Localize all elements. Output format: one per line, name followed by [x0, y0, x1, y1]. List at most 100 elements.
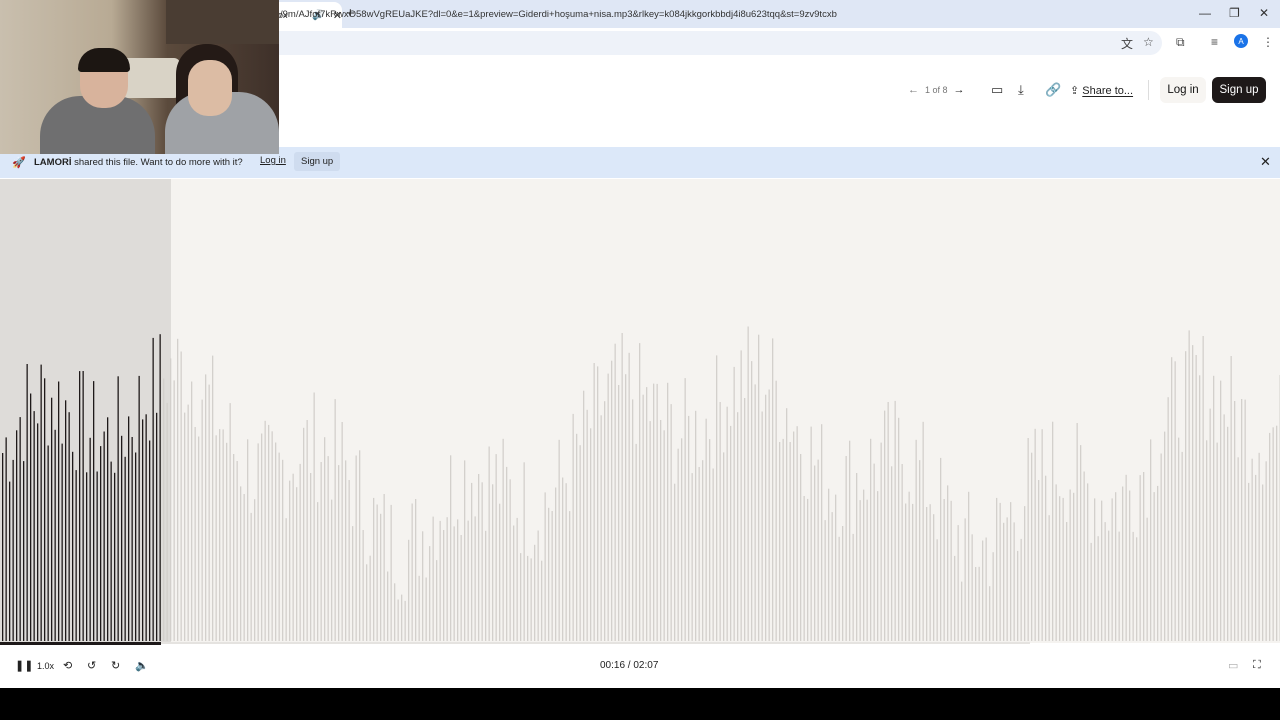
- waveform-bar: [40, 364, 42, 641]
- profile-avatar[interactable]: A: [1234, 34, 1248, 48]
- waveform-bar: [79, 371, 81, 641]
- waveform-bar: [618, 385, 620, 641]
- waveform-bar: [1041, 429, 1043, 641]
- waveform-bar: [1220, 380, 1222, 641]
- waveform-bar: [495, 454, 497, 641]
- waveform-bar: [44, 378, 46, 641]
- waveform-bar: [1153, 492, 1155, 641]
- waveform-bar: [1160, 453, 1162, 641]
- waveform-bar: [250, 512, 252, 641]
- extensions-icon[interactable]: ⧉: [1176, 35, 1185, 50]
- close-window-button[interactable]: ✕: [1259, 6, 1269, 20]
- captions-icon[interactable]: ▭: [1228, 659, 1238, 672]
- waveform-bar: [821, 424, 823, 641]
- waveform-bar: [257, 443, 259, 641]
- waveform-bar: [1216, 442, 1218, 641]
- waveform-bar: [226, 442, 228, 641]
- waveform-bar: [233, 454, 235, 641]
- waveform-bar: [919, 460, 921, 641]
- waveform-bar: [159, 334, 161, 641]
- waveform-bar: [1157, 485, 1159, 641]
- share-button[interactable]: ⇪ Share to...: [1070, 84, 1133, 97]
- waveform-bar: [75, 470, 77, 641]
- signup-button[interactable]: Sign up: [1212, 77, 1266, 103]
- waveform-bar: [135, 452, 137, 641]
- waveform-bar: [1038, 480, 1040, 641]
- volume-icon[interactable]: 🔈: [135, 659, 149, 672]
- address-bar-url[interactable]: /9m/AJfof7kRwxO58wVgREUaJKE?dl=0&e=1&pre…: [280, 9, 1110, 20]
- waveform-bar: [96, 471, 98, 641]
- waveform-bar: [1108, 530, 1110, 641]
- waveform-bar: [838, 536, 840, 641]
- media-controls-icon[interactable]: ≡: [1211, 35, 1218, 49]
- waveform-bar: [600, 415, 602, 641]
- waveform-bar: [37, 423, 39, 641]
- waveform-bar: [1073, 492, 1075, 641]
- waveform-bar: [376, 504, 378, 641]
- waveform-bar: [1255, 474, 1257, 641]
- waveform-bar: [730, 425, 732, 641]
- playback-speed-button[interactable]: 1.0x: [37, 661, 54, 671]
- banner-user: LAMORİ: [34, 157, 72, 168]
- webcam-overlay: [0, 0, 279, 154]
- loop-icon[interactable]: ⟲: [63, 659, 72, 672]
- waveform-bar: [362, 530, 364, 641]
- waveform-bar: [957, 525, 959, 641]
- waveform-bar: [271, 431, 273, 641]
- restore-window-button[interactable]: ❐: [1229, 6, 1240, 20]
- fullscreen-icon[interactable]: ⛶: [1253, 659, 1261, 672]
- waveform-bar: [275, 442, 277, 641]
- waveform-bar: [107, 417, 109, 641]
- audio-waveform[interactable]: [0, 179, 1280, 643]
- copy-link-icon[interactable]: 🔗: [1045, 82, 1061, 98]
- waveform-bar: [933, 514, 935, 641]
- waveform-bar: [240, 486, 242, 641]
- waveform-bar: [439, 520, 441, 641]
- browser-menu-icon[interactable]: ⋮: [1262, 35, 1274, 49]
- banner-login-link[interactable]: Log in: [260, 155, 286, 166]
- waveform-bar: [845, 456, 847, 641]
- waveform-bar: [1083, 471, 1085, 641]
- translate-icon[interactable]: 文: [1121, 35, 1133, 52]
- waveform-bar: [446, 517, 448, 641]
- waveform-bar: [537, 530, 539, 641]
- address-bar[interactable]: [250, 31, 1162, 55]
- waveform-bar: [765, 394, 767, 641]
- previous-file-arrow-icon[interactable]: ←: [908, 84, 919, 96]
- waveform-bar: [572, 413, 574, 641]
- waveform-bar: [387, 571, 389, 641]
- waveform-bar: [604, 401, 606, 641]
- waveform-bar: [1251, 458, 1253, 641]
- forward-10-icon[interactable]: ↻: [111, 659, 120, 672]
- waveform-bar: [243, 494, 245, 641]
- waveform-bar: [306, 420, 308, 641]
- waveform-bar: [33, 411, 35, 641]
- waveform-bar: [114, 472, 116, 641]
- download-icon[interactable]: ⤓: [1018, 82, 1024, 98]
- banner-signup-button[interactable]: Sign up: [294, 152, 341, 171]
- pause-icon[interactable]: ❚❚: [15, 659, 33, 672]
- waveform-bar: [583, 390, 585, 641]
- waveform-bar: [394, 583, 396, 641]
- waveform-bar: [905, 503, 907, 641]
- waveform-bar: [1202, 336, 1204, 641]
- rewind-10-icon[interactable]: ↺: [87, 659, 96, 672]
- next-file-arrow-icon[interactable]: →: [954, 84, 965, 96]
- comment-icon[interactable]: ▭: [991, 82, 1003, 98]
- close-banner-icon[interactable]: ✕: [1260, 154, 1271, 170]
- waveform-bar: [299, 463, 301, 641]
- waveform-bar: [310, 473, 312, 641]
- bookmark-star-icon[interactable]: ☆: [1143, 35, 1154, 49]
- waveform-bar: [1080, 445, 1082, 641]
- waveform-bar: [975, 567, 977, 641]
- login-button[interactable]: Log in: [1160, 77, 1206, 103]
- waveform-bar: [1129, 490, 1131, 641]
- waveform-bar: [16, 430, 18, 641]
- minimize-window-button[interactable]: —: [1199, 6, 1211, 20]
- waveform-bar: [1132, 531, 1134, 641]
- waveform-bar: [369, 555, 371, 641]
- waveform-bar: [597, 366, 599, 641]
- pager-count: 1 of 8: [925, 85, 948, 95]
- waveform-bar: [415, 499, 417, 641]
- waveform-bar: [51, 397, 53, 641]
